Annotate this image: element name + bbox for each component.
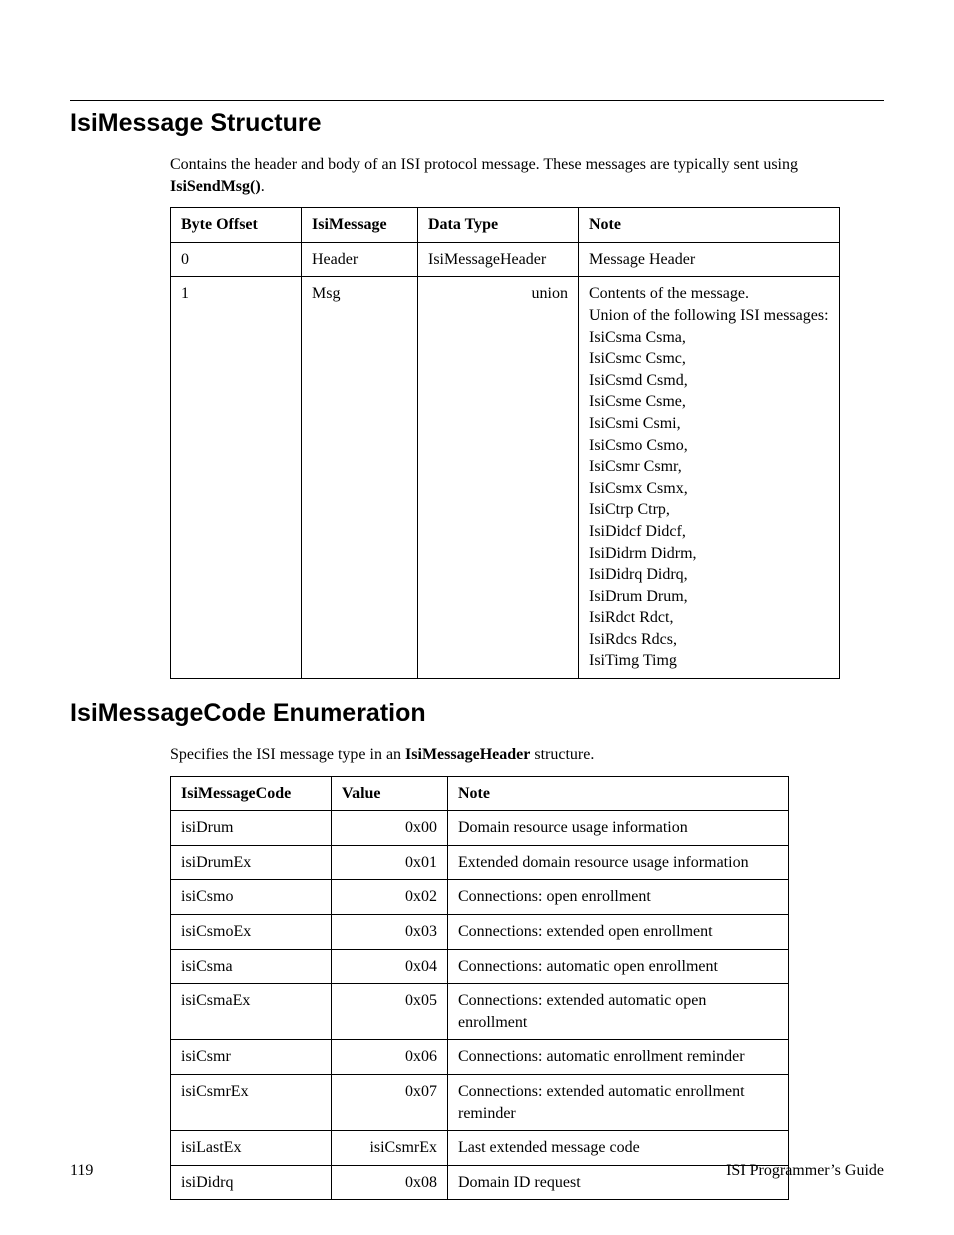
cell: Connections: open enrollment [448,880,789,915]
cell: isiLastEx [171,1131,332,1166]
text: IsiDidcf Didcf, [589,521,829,543]
table-isimessage: Byte Offset IsiMessage Data Type Note 0 … [170,207,840,679]
text: . [261,178,265,195]
table-header-row: Byte Offset IsiMessage Data Type Note [171,208,840,243]
text: IsiCsmo Csmo, [589,435,829,457]
text: Union of the following ISI messages: [589,305,829,327]
cell: 0 [171,242,302,277]
text: IsiCsmi Csmi, [589,413,829,435]
page-footer: 119 ISI Programmer’s Guide [70,1162,884,1180]
cell: 0x06 [332,1040,448,1075]
text: IsiCsme Csme, [589,391,829,413]
doc-title: ISI Programmer’s Guide [726,1162,884,1180]
col-note: Note [448,776,789,811]
cell: 0x07 [332,1075,448,1131]
text: IsiTimg Timg [589,650,829,672]
cell: 0x03 [332,915,448,950]
cell: 1 [171,277,302,679]
text: Contains the header and body of an ISI p… [170,156,798,173]
cell: Domain resource usage information [448,811,789,846]
text: IsiCsmd Csmd, [589,370,829,392]
cell: isiCsma [171,949,332,984]
table-isimessagecode: IsiMessageCode Value Note isiDrum 0x00 D… [170,776,789,1201]
cell: 0x01 [332,845,448,880]
cell: Connections: automatic open enrollment [448,949,789,984]
cell: 0x04 [332,949,448,984]
para-isimessagecode-intro: Specifies the ISI message type in an Isi… [170,744,884,766]
struct-isimessageheader: IsiMessageHeader [405,746,530,763]
cell: Message Header [579,242,840,277]
text: IsiDidrq Didrq, [589,564,829,586]
cell: Header [302,242,418,277]
heading-isimessage-structure: IsiMessage Structure [70,109,884,138]
table-row: isiCsma 0x04 Connections: automatic open… [171,949,789,984]
func-isisendmsg: IsiSendMsg() [170,178,261,195]
text: IsiCsmc Csmc, [589,348,829,370]
cell: Connections: extended automatic enrollme… [448,1075,789,1131]
text: IsiCsmx Csmx, [589,478,829,500]
para-isimessage-intro: Contains the header and body of an ISI p… [170,154,884,197]
cell: isiCsmo [171,880,332,915]
text: IsiCtrp Ctrp, [589,499,829,521]
heading-isimessagecode-enum: IsiMessageCode Enumeration [70,699,884,728]
text: IsiRdct Rdct, [589,607,829,629]
col-isimessagecode: IsiMessageCode [171,776,332,811]
table-row: isiLastEx isiCsmrEx Last extended messag… [171,1131,789,1166]
cell: IsiMessageHeader [418,242,579,277]
text: Contents of the message. [589,283,829,305]
cell-union-note: Contents of the message. Union of the fo… [579,277,840,679]
text: Specifies the ISI message type in an [170,746,405,763]
table-row: isiCsmoEx 0x03 Connections: extended ope… [171,915,789,950]
cell: 0x00 [332,811,448,846]
cell: isiDrum [171,811,332,846]
text: IsiDidrm Didrm, [589,543,829,565]
cell: Extended domain resource usage informati… [448,845,789,880]
table-row: 1 Msg union Contents of the message. Uni… [171,277,840,679]
cell: Connections: extended open enrollment [448,915,789,950]
table-row: isiCsmaEx 0x05 Connections: extended aut… [171,984,789,1040]
col-value: Value [332,776,448,811]
page: IsiMessage Structure Contains the header… [0,0,954,1235]
table-row: isiCsmrEx 0x07 Connections: extended aut… [171,1075,789,1131]
col-isimessage: IsiMessage [302,208,418,243]
cell: isiCsmoEx [171,915,332,950]
cell: union [418,277,579,679]
cell: isiCsmrEx [171,1075,332,1131]
table-row: isiCsmr 0x06 Connections: automatic enro… [171,1040,789,1075]
cell: isiDrumEx [171,845,332,880]
cell: isiCsmrEx [332,1131,448,1166]
text: IsiCsma Csma, [589,327,829,349]
cell: Msg [302,277,418,679]
cell: Last extended message code [448,1131,789,1166]
text: IsiRdcs Rdcs, [589,629,829,651]
text: structure. [530,746,594,763]
page-number: 119 [70,1162,93,1180]
table-row: isiDrum 0x00 Domain resource usage infor… [171,811,789,846]
table-row: 0 Header IsiMessageHeader Message Header [171,242,840,277]
cell: Connections: automatic enrollment remind… [448,1040,789,1075]
cell: 0x05 [332,984,448,1040]
cell: isiCsmaEx [171,984,332,1040]
col-byte-offset: Byte Offset [171,208,302,243]
cell: Connections: extended automatic open enr… [448,984,789,1040]
text: IsiDrum Drum, [589,586,829,608]
table-row: isiDrumEx 0x01 Extended domain resource … [171,845,789,880]
col-note: Note [579,208,840,243]
top-rule [70,100,884,101]
cell: isiCsmr [171,1040,332,1075]
table-row: isiCsmo 0x02 Connections: open enrollmen… [171,880,789,915]
table-header-row: IsiMessageCode Value Note [171,776,789,811]
cell: 0x02 [332,880,448,915]
col-data-type: Data Type [418,208,579,243]
text: IsiCsmr Csmr, [589,456,829,478]
